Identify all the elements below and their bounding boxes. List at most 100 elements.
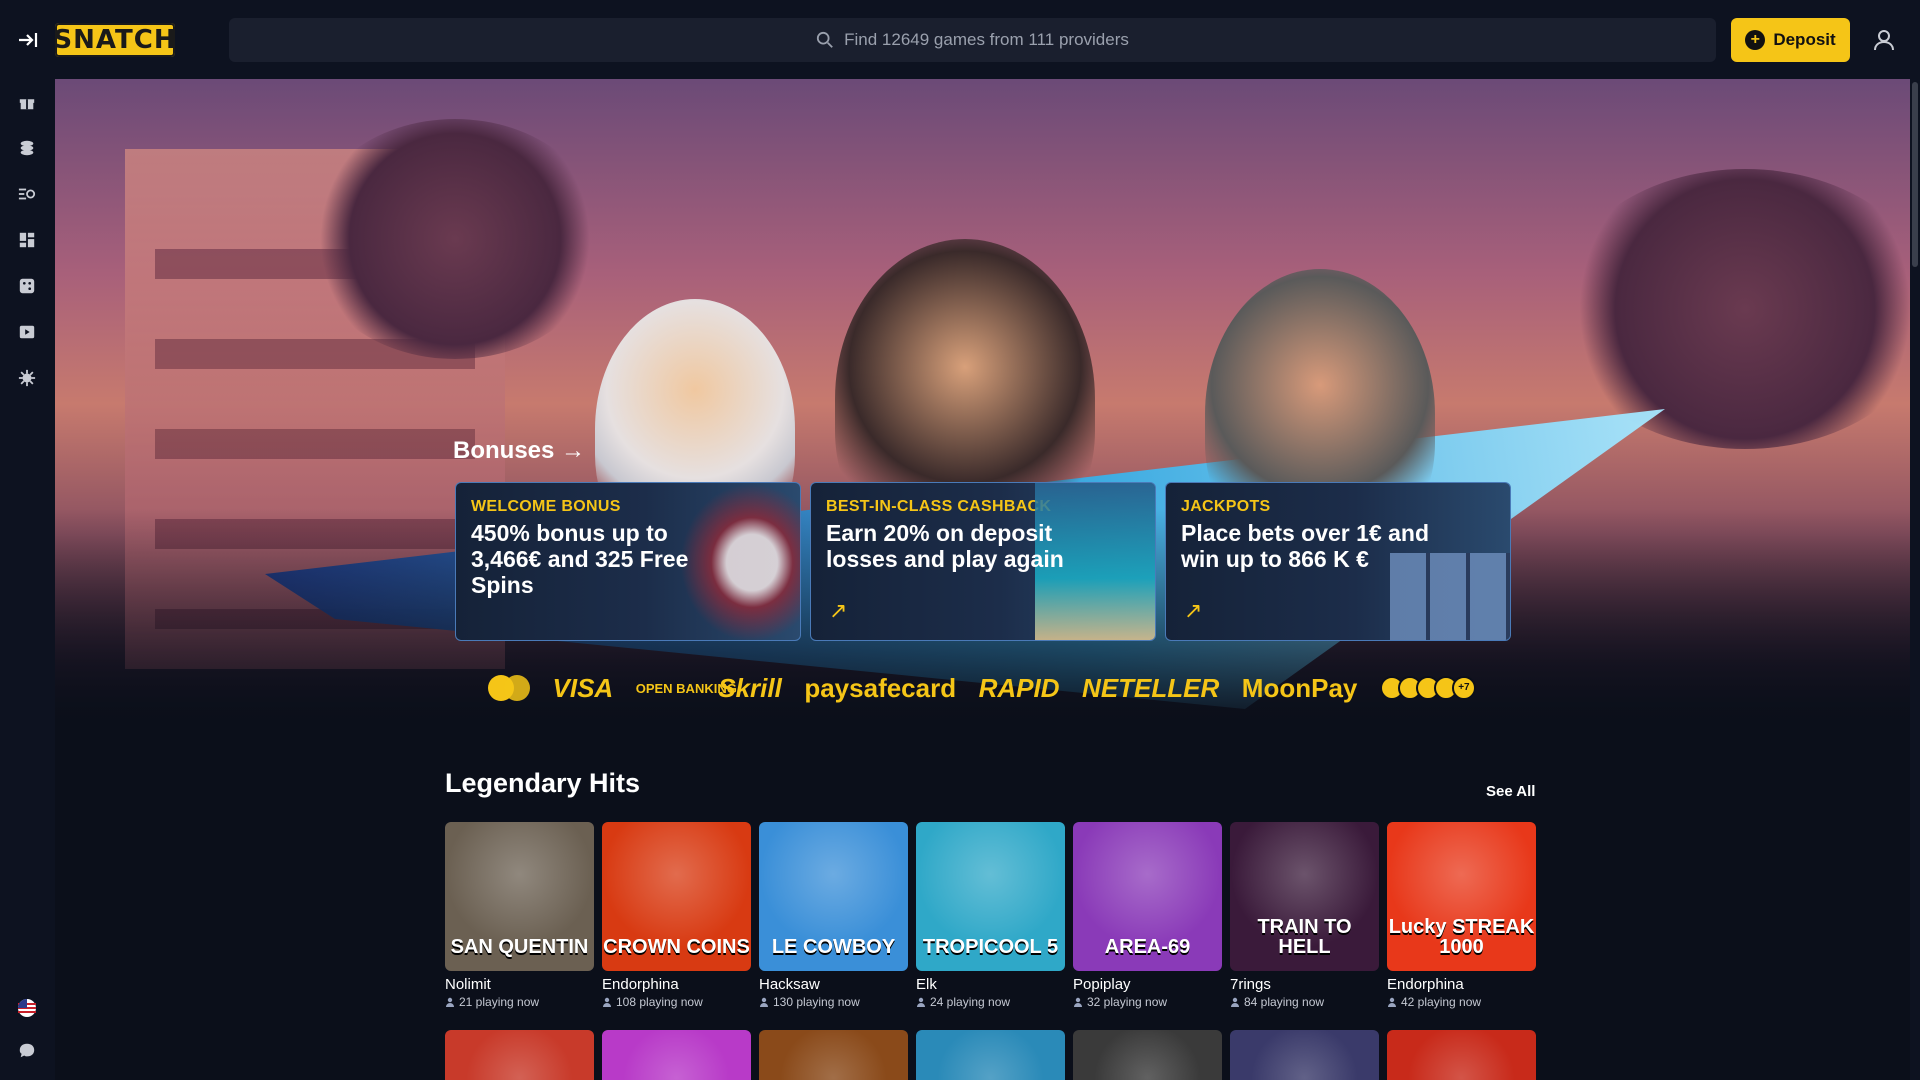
scrollbar-thumb[interactable] — [1912, 82, 1918, 267]
game-title-art: Lucky STREAK 1000 — [1388, 916, 1535, 958]
game-thumbnail[interactable] — [916, 1030, 1065, 1080]
search-input[interactable]: Find 12649 games from 111 providers — [229, 18, 1716, 62]
dashboard-icon[interactable] — [16, 229, 38, 251]
promo-welcome-bonus[interactable]: WELCOME BONUS 450% bonus up to 3,466€ an… — [455, 482, 801, 641]
top-bar: SNATCH Find 12649 games from 111 provide… — [0, 0, 1920, 79]
game-card[interactable]: TRAIN TO HELL 7rings 84 playing now — [1230, 822, 1379, 1009]
game-card[interactable] — [445, 1030, 594, 1080]
scrollbar[interactable] — [1910, 79, 1920, 1080]
game-card[interactable] — [759, 1030, 908, 1080]
dice-icon[interactable] — [16, 275, 38, 297]
game-card[interactable]: TROPICOOL 5 Elk 24 playing now — [916, 822, 1065, 1009]
game-thumbnail[interactable] — [1073, 1030, 1222, 1080]
game-card[interactable]: SAN QUENTIN Nolimit 21 playing now — [445, 822, 594, 1009]
players-icon — [917, 997, 925, 1007]
game-card[interactable] — [1230, 1030, 1379, 1080]
crypto-coins-icon: +7 — [1379, 676, 1476, 700]
see-all-link[interactable]: See All — [1486, 783, 1535, 800]
coins-icon[interactable] — [16, 137, 38, 159]
players-icon — [446, 997, 454, 1007]
game-thumbnail[interactable] — [602, 1030, 751, 1080]
game-title-art: AREA-69 — [1104, 936, 1191, 958]
search-placeholder: Find 12649 games from 111 providers — [844, 30, 1129, 49]
promo-text: Place bets over 1€ and win up to 866 K € — [1181, 520, 1430, 572]
live-play-icon[interactable] — [16, 321, 38, 343]
paysafecard-logo: paysafecard — [804, 672, 957, 703]
logo[interactable]: SNATCH — [53, 23, 176, 57]
gift-icon[interactable] — [16, 91, 38, 113]
promo-text: Earn 20% on deposit losses and play agai… — [826, 520, 1064, 572]
game-thumbnail[interactable]: LE COWBOY — [759, 822, 908, 971]
players-text: 21 playing now — [459, 995, 540, 1009]
game-card[interactable] — [1073, 1030, 1222, 1080]
promo-text: 450% bonus up to 3,466€ and 325 Free Spi… — [471, 520, 689, 598]
sidebar — [0, 79, 55, 1080]
game-card[interactable] — [602, 1030, 751, 1080]
players-count: 108 playing now — [602, 995, 751, 1009]
payment-methods: VISA OPEN BANKING Skrill paysafecard RAP… — [488, 668, 1476, 708]
game-thumbnail[interactable] — [759, 1030, 908, 1080]
game-card[interactable] — [916, 1030, 1065, 1080]
deposit-label: Deposit — [1773, 30, 1836, 49]
search-icon — [817, 31, 833, 48]
game-provider: Elk — [916, 976, 937, 993]
bonuses-link[interactable]: Bonuses → — [453, 437, 585, 465]
game-title-art: TRAIN TO HELL — [1257, 916, 1352, 958]
chat-icon[interactable] — [16, 1040, 38, 1062]
players-text: 32 playing now — [1087, 995, 1168, 1009]
virus-icon[interactable] — [16, 367, 38, 389]
game-thumbnail[interactable]: CROWN COINS — [602, 822, 751, 971]
neteller-logo: NETELLER — [1082, 672, 1220, 703]
players-text: 42 playing now — [1401, 995, 1482, 1009]
section-title: Legendary Hits — [445, 768, 641, 798]
game-thumbnail[interactable]: Lucky STREAK 1000 — [1387, 822, 1536, 971]
us-flag-icon[interactable] — [16, 997, 38, 1019]
players-icon — [1074, 997, 1082, 1007]
games-row: SAN QUENTIN Nolimit 21 playing now CROWN… — [445, 822, 1536, 1009]
players-count: 130 playing now — [759, 995, 908, 1009]
game-provider: 7rings — [1230, 976, 1271, 993]
games-row-next — [445, 1030, 1536, 1080]
game-card[interactable] — [1387, 1030, 1536, 1080]
game-title-art: SAN QUENTIN — [450, 936, 589, 958]
game-thumbnail[interactable]: AREA-69 — [1073, 822, 1222, 971]
game-provider: Nolimit — [445, 976, 491, 993]
game-thumbnail[interactable] — [1230, 1030, 1379, 1080]
game-provider: Endorphina — [602, 976, 679, 993]
players-count: 84 playing now — [1230, 995, 1379, 1009]
game-provider: Endorphina — [1387, 976, 1464, 993]
game-card[interactable]: CROWN COINS Endorphina 108 playing now — [602, 822, 751, 1009]
promo-tag: JACKPOTS — [1181, 498, 1271, 515]
open-banking-logo: OPEN BANKING — [635, 680, 737, 696]
visa-logo: VISA — [552, 672, 614, 703]
mastercard-icon — [488, 675, 530, 701]
arrow-up-right-icon: ↗ — [829, 598, 848, 623]
collapse-sidebar-icon[interactable] — [14, 27, 42, 53]
players-icon — [1231, 997, 1239, 1007]
search-list-icon[interactable] — [16, 183, 38, 205]
game-card[interactable]: Lucky STREAK 1000 Endorphina 42 playing … — [1387, 822, 1536, 1009]
players-text: 84 playing now — [1244, 995, 1325, 1009]
players-count: 32 playing now — [1073, 995, 1222, 1009]
players-count: 42 playing now — [1387, 995, 1536, 1009]
players-icon — [760, 997, 768, 1007]
promo-jackpots[interactable]: JACKPOTS Place bets over 1€ and win up t… — [1165, 482, 1511, 641]
game-provider: Popiplay — [1073, 976, 1131, 993]
players-icon — [603, 997, 611, 1007]
user-icon[interactable] — [1870, 26, 1898, 54]
game-thumbnail[interactable]: SAN QUENTIN — [445, 822, 594, 971]
game-card[interactable]: AREA-69 Popiplay 32 playing now — [1073, 822, 1222, 1009]
game-thumbnail[interactable] — [1387, 1030, 1536, 1080]
game-card[interactable]: LE COWBOY Hacksaw 130 playing now — [759, 822, 908, 1009]
palm-tree — [1555, 169, 1910, 449]
palm-tree — [305, 119, 605, 359]
promo-cashback[interactable]: BEST-IN-CLASS CASHBACK Earn 20% on depos… — [810, 482, 1156, 641]
game-title-art: LE COWBOY — [771, 936, 896, 958]
deposit-button[interactable]: + Deposit — [1731, 18, 1850, 62]
players-text: 130 playing now — [773, 995, 860, 1009]
game-thumbnail[interactable]: TROPICOOL 5 — [916, 822, 1065, 971]
game-thumbnail[interactable]: TRAIN TO HELL — [1230, 822, 1379, 971]
moonpay-logo: MoonPay — [1241, 672, 1358, 703]
players-count: 21 playing now — [445, 995, 594, 1009]
game-thumbnail[interactable] — [445, 1030, 594, 1080]
